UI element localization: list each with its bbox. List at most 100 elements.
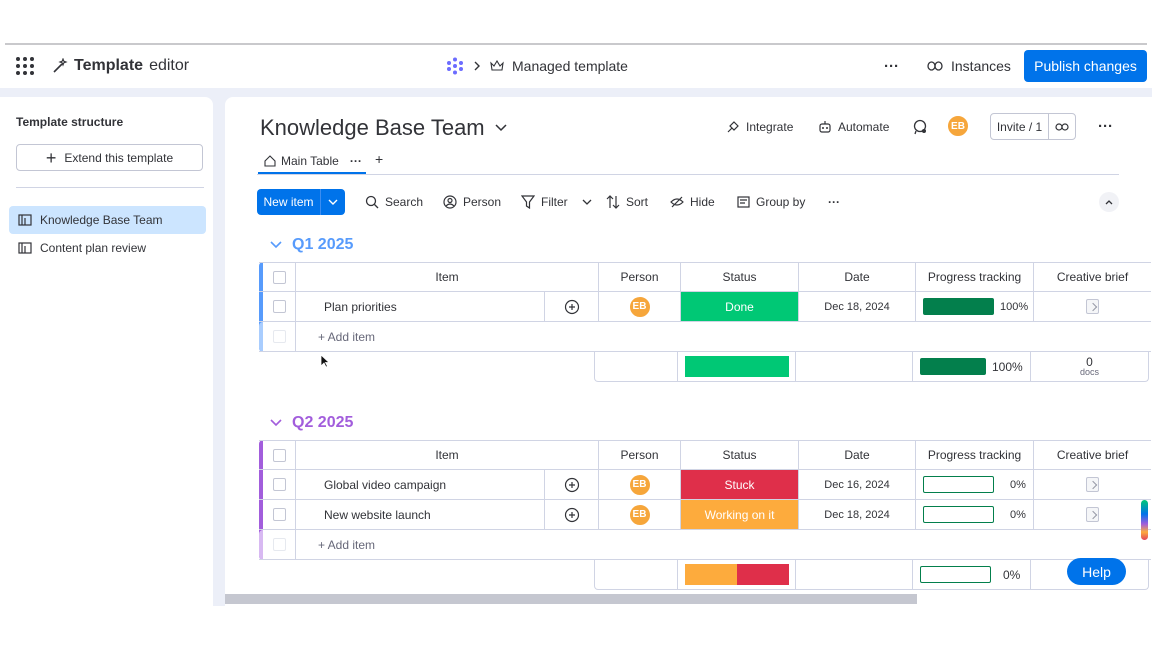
new-item-button[interactable]: New item: [257, 189, 345, 215]
horizontal-scrollbar[interactable]: [225, 594, 917, 604]
creative-brief-cell[interactable]: [1033, 470, 1151, 499]
chevron-down-icon[interactable]: [270, 419, 282, 427]
board-more-button[interactable]: ···: [1098, 118, 1113, 135]
summary-status-cell[interactable]: [677, 352, 795, 381]
add-item-row[interactable]: + Add item: [259, 530, 1151, 560]
brand-title-rest: editor: [149, 57, 190, 74]
breadcrumb-current[interactable]: Managed template: [512, 58, 628, 74]
copy-link-button[interactable]: [1049, 122, 1075, 131]
column-header-creative-brief[interactable]: Creative brief: [1033, 441, 1151, 469]
filter-button[interactable]: Filter: [521, 192, 592, 212]
search-button[interactable]: Search: [365, 192, 423, 212]
row-checkbox[interactable]: [272, 300, 286, 313]
sort-button[interactable]: Sort: [606, 192, 648, 212]
item-updates-cell[interactable]: [544, 470, 598, 499]
creative-brief-cell[interactable]: [1033, 500, 1151, 529]
date-cell[interactable]: Dec 18, 2024: [798, 500, 915, 529]
table-row[interactable]: New website launch EB Working on it Dec …: [259, 500, 1151, 530]
group-title-q1[interactable]: Q1 2025: [270, 234, 353, 256]
activity-button[interactable]: [912, 117, 928, 137]
column-header-status[interactable]: Status: [680, 441, 798, 469]
row-select-cell[interactable]: [263, 292, 295, 321]
hide-button[interactable]: Hide: [670, 192, 715, 212]
status-cell[interactable]: Stuck: [680, 470, 798, 499]
workspace-logo-icon[interactable]: [446, 57, 464, 75]
doc-icon[interactable]: [1086, 507, 1099, 522]
item-name-cell[interactable]: Global video campaign: [295, 470, 544, 499]
add-item-input[interactable]: + Add item: [295, 530, 1151, 559]
board-title[interactable]: Knowledge Base Team: [260, 114, 507, 142]
column-header-item[interactable]: Item: [295, 263, 598, 291]
select-all-cell[interactable]: [263, 263, 295, 291]
date-cell[interactable]: Dec 18, 2024: [798, 292, 915, 321]
collapse-header-button[interactable]: [1099, 192, 1119, 212]
automate-button[interactable]: Automate: [818, 117, 889, 137]
integrate-button[interactable]: Integrate: [726, 117, 793, 137]
invite-label[interactable]: Invite / 1: [991, 114, 1049, 139]
add-update-icon[interactable]: [564, 507, 580, 523]
person-cell[interactable]: EB: [598, 292, 680, 321]
item-updates-cell[interactable]: [544, 292, 598, 321]
table-row[interactable]: Plan priorities EB Done Dec 18, 2024 100…: [259, 292, 1151, 322]
app-grid-icon[interactable]: [16, 57, 34, 75]
date-cell[interactable]: Dec 16, 2024: [798, 470, 915, 499]
more-menu-button[interactable]: ···: [884, 50, 899, 82]
status-summary-bar[interactable]: [684, 564, 789, 585]
add-update-icon[interactable]: [564, 299, 580, 315]
toolbar-more-button[interactable]: ···: [828, 192, 840, 212]
group-by-button[interactable]: Group by: [737, 192, 805, 212]
add-item-row[interactable]: + Add item: [259, 322, 1151, 352]
publish-changes-button[interactable]: Publish changes: [1024, 50, 1147, 82]
instances-button[interactable]: Instances: [927, 50, 1011, 82]
status-cell[interactable]: Working on it: [680, 500, 798, 529]
column-header-status[interactable]: Status: [680, 263, 798, 291]
new-item-label[interactable]: New item: [257, 189, 321, 215]
tab-more-icon[interactable]: ···: [350, 154, 362, 168]
avatar[interactable]: EB: [947, 115, 969, 137]
summary-status-cell[interactable]: [677, 560, 795, 589]
extend-template-button[interactable]: + Extend this template: [16, 144, 203, 171]
row-select-cell[interactable]: [263, 500, 295, 529]
item-updates-cell[interactable]: [544, 500, 598, 529]
invite-button[interactable]: Invite / 1: [990, 113, 1076, 140]
add-view-button[interactable]: +: [375, 151, 383, 167]
status-summary-bar[interactable]: [684, 356, 789, 377]
column-header-creative-brief[interactable]: Creative brief: [1033, 263, 1151, 291]
item-name-cell[interactable]: Plan priorities: [295, 292, 544, 321]
chevron-down-icon[interactable]: [270, 241, 282, 249]
column-header-date[interactable]: Date: [798, 441, 915, 469]
column-header-progress[interactable]: Progress tracking: [915, 263, 1033, 291]
status-cell[interactable]: Done: [680, 292, 798, 321]
vertical-scroll-indicator[interactable]: [1141, 500, 1148, 540]
person-cell[interactable]: EB: [598, 500, 680, 529]
creative-brief-cell[interactable]: [1033, 292, 1151, 321]
column-header-progress[interactable]: Progress tracking: [915, 441, 1033, 469]
group-title-q2[interactable]: Q2 2025: [270, 412, 353, 434]
column-header-person[interactable]: Person: [598, 263, 680, 291]
sidebar-item-knowledge-base-team[interactable]: Knowledge Base Team: [9, 206, 206, 234]
item-name-cell[interactable]: New website launch: [295, 500, 544, 529]
column-header-item[interactable]: Item: [295, 441, 598, 469]
tab-main-table[interactable]: Main Table ···: [258, 150, 366, 174]
column-header-date[interactable]: Date: [798, 263, 915, 291]
add-item-input[interactable]: + Add item: [295, 322, 1151, 351]
help-button[interactable]: Help: [1067, 558, 1126, 585]
doc-icon[interactable]: [1086, 477, 1099, 492]
add-update-icon[interactable]: [564, 477, 580, 493]
summary-progress-cell: 100%: [912, 352, 1030, 381]
select-all-checkbox[interactable]: [272, 270, 286, 284]
select-all-cell[interactable]: [263, 441, 295, 469]
new-item-dropdown[interactable]: [321, 199, 345, 205]
chevron-down-icon[interactable]: [582, 199, 592, 205]
row-checkbox[interactable]: [272, 508, 286, 521]
row-select-cell[interactable]: [263, 470, 295, 499]
doc-icon[interactable]: [1086, 299, 1099, 314]
select-all-checkbox[interactable]: [272, 448, 286, 462]
column-header-person[interactable]: Person: [598, 441, 680, 469]
table-row[interactable]: Global video campaign EB Stuck Dec 16, 2…: [259, 470, 1151, 500]
row-checkbox[interactable]: [272, 478, 286, 491]
person-cell[interactable]: EB: [598, 470, 680, 499]
person-filter-button[interactable]: Person: [443, 192, 501, 212]
sidebar-item-content-plan-review[interactable]: Content plan review: [9, 234, 206, 262]
table-header-row: Item Person Status Date Progress trackin…: [259, 440, 1151, 470]
